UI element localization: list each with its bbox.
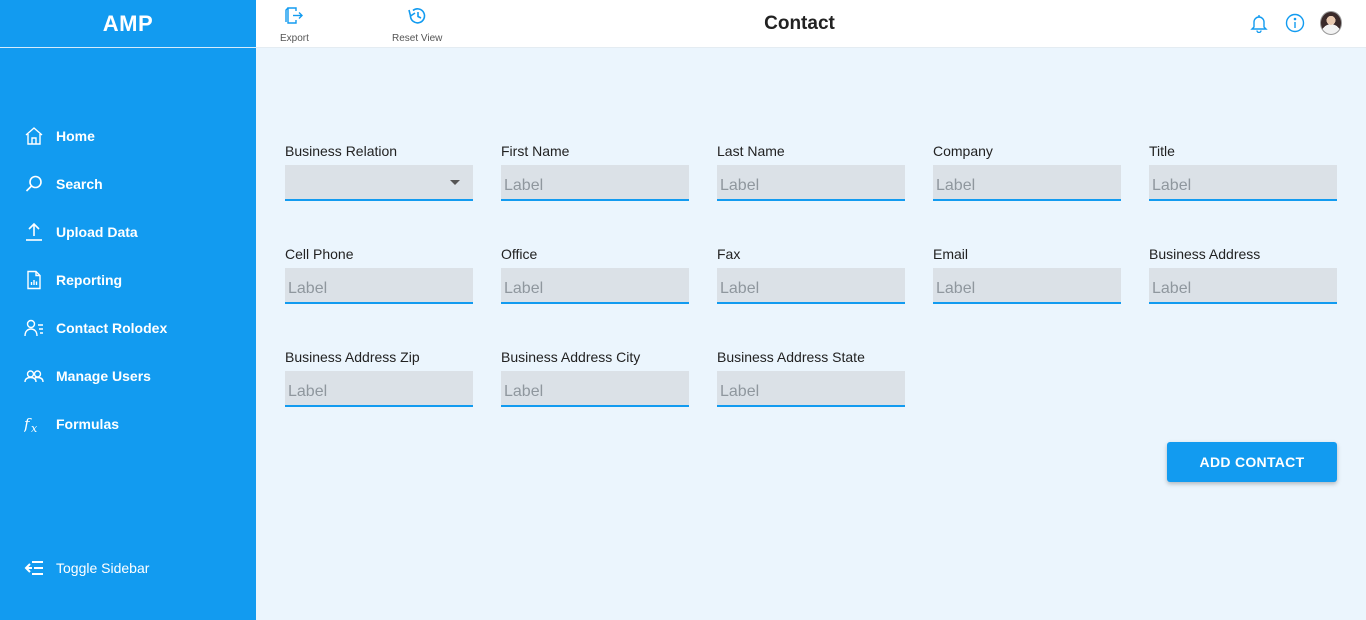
sidebar-item-label: Contact Rolodex [56,320,168,336]
field-label: Business Address City [501,349,641,365]
sidebar: AMP Home Search Upload Data Reporting Co… [0,0,256,620]
email-field: Email [933,246,1121,304]
svg-text:x: x [31,422,38,434]
brand-logo[interactable]: AMP [0,0,256,48]
field-label: Business Address [1149,246,1261,262]
home-icon [24,126,44,146]
contact-list-icon [24,318,44,338]
bell-icon[interactable] [1248,12,1270,34]
first-name-field: First Name [501,143,689,201]
report-icon [24,270,44,290]
last-name-field: Last Name [717,143,905,201]
office-input[interactable] [501,268,689,304]
field-label: Company [933,143,993,159]
field-label: Title [1149,143,1175,159]
business-address-input[interactable] [1149,268,1337,304]
cell-phone-field: Cell Phone [285,246,473,304]
page-title: Contact [764,13,835,34]
field-label: Office [501,246,538,262]
toggle-sidebar-section: Toggle Sidebar [0,544,256,592]
field-label: First Name [501,143,570,159]
office-field: Office [501,246,689,304]
collapse-sidebar-icon [24,558,44,578]
first-name-input[interactable] [501,165,689,201]
sidebar-item-label: Home [56,128,95,144]
function-icon: fx [24,414,44,434]
top-bar: Export Reset View Contact [256,0,1366,48]
field-label: Cell Phone [285,246,354,262]
add-contact-button[interactable]: ADD CONTACT [1167,442,1337,482]
field-label: Email [933,246,969,262]
business-address-state-field: Business Address State [717,349,905,407]
avatar [1320,11,1342,35]
sidebar-item-label: Manage Users [56,368,151,384]
business-address-city-field: Business Address City [501,349,689,407]
info-icon[interactable] [1284,12,1306,34]
user-avatar[interactable] [1320,11,1342,35]
business-address-city-input[interactable] [501,371,689,407]
business-address-zip-input[interactable] [285,371,473,407]
sidebar-nav: Home Search Upload Data Reporting Contac… [0,112,256,448]
business-relation-select[interactable] [285,165,473,201]
cell-phone-input[interactable] [285,268,473,304]
business-address-zip-field: Business Address Zip [285,349,473,407]
sidebar-item-upload-data[interactable]: Upload Data [0,208,256,256]
fax-field: Fax [717,246,905,304]
toggle-sidebar-button[interactable]: Toggle Sidebar [0,544,256,592]
last-name-input[interactable] [717,165,905,201]
email-input[interactable] [933,268,1121,304]
sidebar-item-contact-rolodex[interactable]: Contact Rolodex [0,304,256,352]
header-actions [1248,11,1342,35]
company-field: Company [933,143,1121,201]
title-field: Title [1149,143,1337,201]
field-label: Business Address State [717,349,865,365]
sidebar-item-reporting[interactable]: Reporting [0,256,256,304]
users-icon [24,366,44,386]
business-address-state-input[interactable] [717,371,905,407]
sidebar-item-label: Search [56,176,103,192]
business-relation-field: Business Relation [285,143,473,201]
field-label: Fax [717,246,741,262]
company-input[interactable] [933,165,1121,201]
fax-input[interactable] [717,268,905,304]
sidebar-item-formulas[interactable]: fx Formulas [0,400,256,448]
sidebar-item-label: Formulas [56,416,120,432]
business-address-field: Business Address [1149,246,1337,304]
sidebar-item-search[interactable]: Search [0,160,256,208]
toggle-sidebar-label: Toggle Sidebar [56,560,150,576]
sidebar-item-label: Upload Data [56,224,138,240]
field-label: Last Name [717,143,785,159]
chevron-down-icon[interactable] [450,180,460,185]
title-input[interactable] [1149,165,1337,201]
sidebar-item-home[interactable]: Home [0,112,256,160]
upload-icon [24,222,44,242]
sidebar-item-manage-users[interactable]: Manage Users [0,352,256,400]
sidebar-item-label: Reporting [56,272,123,288]
field-label: Business Relation [285,143,398,159]
search-icon [24,174,44,194]
field-label: Business Address Zip [285,349,420,365]
